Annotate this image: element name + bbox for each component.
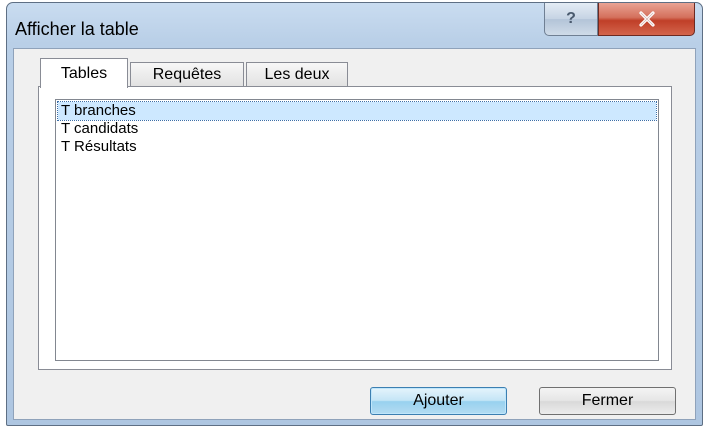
tab-tables[interactable]: Tables [40,58,128,88]
list-item[interactable]: T candidats [58,120,656,138]
window-title: Afficher la table [15,19,139,39]
help-icon: ? [566,10,576,27]
help-button[interactable]: ? [544,3,598,36]
tab-requetes-label: Requêtes [152,65,222,83]
tab-requetes[interactable]: Requêtes [130,62,244,86]
add-button[interactable]: Ajouter [370,387,507,415]
title-bar[interactable]: Afficher la table ? [7,3,702,51]
close-window-button[interactable] [598,3,695,36]
tab-les-deux[interactable]: Les deux [246,62,348,86]
add-button-label: Ajouter [413,392,464,409]
dialog-client-area: Tables Requêtes Les deux T branches T ca… [13,48,696,420]
tab-les-deux-label: Les deux [264,65,330,83]
tab-tables-label: Tables [60,64,108,82]
close-icon [638,11,655,27]
tab-panel: T branches T candidats T Résultats [38,86,672,370]
list-item[interactable]: T Résultats [58,138,656,156]
close-button[interactable]: Fermer [539,387,676,415]
dialog-window: Afficher la table ? Tables Requêtes Les … [6,2,703,426]
list-item[interactable]: T branches [57,101,657,121]
table-listbox[interactable]: T branches T candidats T Résultats [55,99,659,361]
close-button-label: Fermer [581,392,634,409]
